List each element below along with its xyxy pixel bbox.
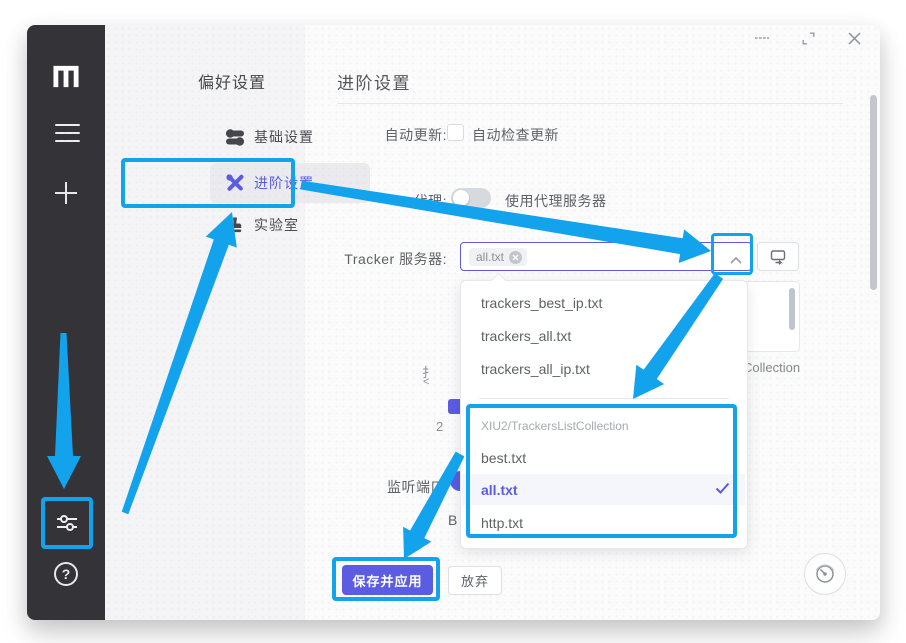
proxy-toggle[interactable] bbox=[451, 188, 491, 208]
prefs-sidebar: 偏好设置 基础设置 进阶设置 bbox=[105, 25, 305, 620]
dropdown-option-selected[interactable]: all.txt bbox=[462, 474, 745, 505]
dropdown-option[interactable]: trackers_best_ip.txt bbox=[462, 287, 745, 318]
task-list-icon[interactable] bbox=[54, 124, 80, 142]
occluded-text-fragment: < bbox=[423, 376, 429, 388]
sidebar-item-label: 实验室 bbox=[254, 215, 299, 235]
dropdown-option[interactable]: trackers_all.txt bbox=[462, 320, 745, 351]
maximize-button[interactable] bbox=[799, 29, 817, 47]
auto-update-label: 自动更新: bbox=[287, 125, 447, 145]
dropdown-separator bbox=[479, 398, 729, 399]
dropdown-option[interactable]: trackers_all_ip.txt bbox=[462, 353, 745, 384]
dropdown-option[interactable]: http.txt bbox=[462, 507, 745, 538]
proxy-toggle-label: 使用代理服务器 bbox=[505, 191, 607, 211]
tracker-source-dropdown: trackers_best_ip.txt trackers_all.txt tr… bbox=[460, 280, 748, 549]
close-button[interactable] bbox=[844, 28, 864, 48]
textarea-scrollbar[interactable] bbox=[789, 288, 795, 330]
main-scrollbar-thumb[interactable] bbox=[870, 95, 877, 290]
occluded-text-fragment: 2 bbox=[436, 419, 443, 434]
tracker-tag: all.txt bbox=[469, 248, 527, 266]
help-icon[interactable]: ? bbox=[54, 562, 78, 586]
toggle-knob bbox=[453, 190, 469, 206]
occluded-text-fragment: B bbox=[448, 512, 457, 528]
proxy-label: 代理: bbox=[287, 191, 447, 211]
page-title: 进阶设置 bbox=[337, 69, 411, 94]
listen-port-label: 监听端口 bbox=[285, 477, 445, 497]
minimize-button[interactable] bbox=[753, 31, 771, 45]
title-divider bbox=[337, 103, 843, 104]
save-apply-button[interactable]: 保存并应用 bbox=[342, 565, 433, 595]
dropdown-option[interactable]: best.txt bbox=[462, 442, 745, 473]
tools-icon bbox=[226, 174, 244, 192]
add-task-icon[interactable] bbox=[53, 180, 79, 206]
toggles-icon bbox=[226, 128, 244, 146]
tracker-tag-text: all.txt bbox=[476, 250, 504, 264]
dropdown-group-label: XIU2/TrackersListCollection bbox=[481, 419, 629, 433]
refresh-trackers-button[interactable] bbox=[757, 242, 799, 271]
tracker-source-input[interactable]: all.txt bbox=[460, 242, 752, 271]
motrix-logo-icon bbox=[51, 61, 81, 89]
collection-link-fragment: Collection bbox=[743, 360, 800, 375]
preferences-sliders-icon[interactable] bbox=[55, 511, 79, 535]
speed-gauge-button[interactable] bbox=[804, 553, 846, 595]
collapse-caret-icon[interactable] bbox=[729, 252, 743, 261]
nav-rail: ? bbox=[27, 25, 105, 620]
stamp-icon bbox=[226, 216, 244, 234]
tag-remove-icon[interactable] bbox=[509, 251, 522, 264]
discard-button[interactable]: 放弃 bbox=[448, 566, 502, 595]
auto-update-checkbox[interactable] bbox=[447, 124, 464, 141]
tracker-server-label: Tracker 服务器: bbox=[287, 249, 447, 269]
preferences-window: ? 偏好设置 基础设置 进阶设置 bbox=[27, 25, 880, 620]
selected-check-icon bbox=[715, 481, 730, 493]
auto-update-checkbox-label[interactable]: 自动检查更新 bbox=[472, 125, 559, 145]
prefs-title: 偏好设置 bbox=[198, 69, 266, 93]
